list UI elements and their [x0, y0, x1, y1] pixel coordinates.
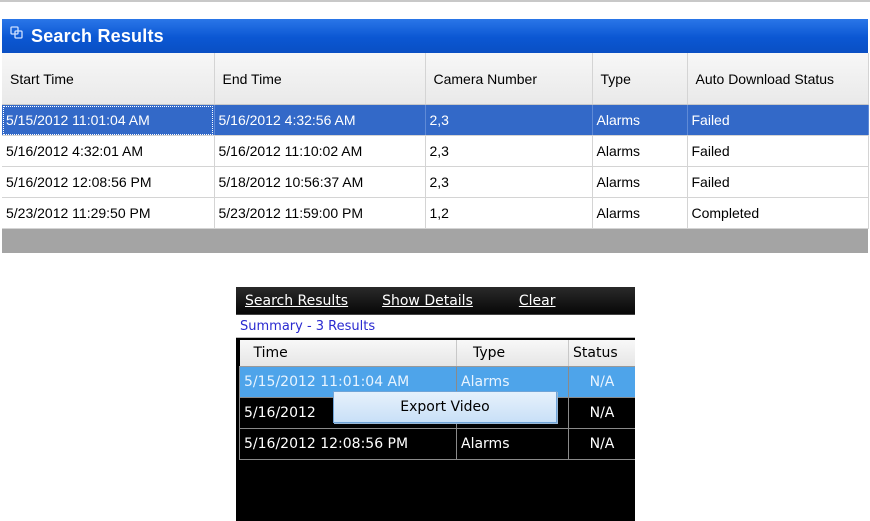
table-row[interactable]: 5/16/2012 12:08:56 PM 5/18/2012 10:56:37…	[2, 166, 869, 198]
cell-status: Completed	[687, 197, 869, 229]
cell-status: N/A	[568, 397, 635, 429]
top-divider	[0, 0, 870, 2]
cell-end-time: 5/18/2012 10:56:37 AM	[214, 166, 426, 198]
results-table: Start Time End Time Camera Number Type A…	[2, 53, 869, 229]
cell-end-time: 5/16/2012 11:10:02 AM	[214, 135, 426, 167]
mini-header-row: Time Type Status	[239, 340, 635, 367]
cell-type: Alarms	[592, 135, 688, 167]
mini-title-link[interactable]: Search Results	[245, 293, 348, 309]
table-empty-area	[2, 229, 868, 253]
cell-camera-number: 1,2	[425, 197, 593, 229]
column-header-type[interactable]: Type	[592, 53, 688, 105]
cell-camera-number: 2,3	[425, 104, 593, 136]
column-header-time[interactable]: Time	[239, 340, 457, 367]
cell-start-time: 5/16/2012 4:32:01 AM	[2, 135, 215, 167]
cell-camera-number: 2,3	[425, 166, 593, 198]
cell-status: Failed	[687, 166, 869, 198]
clear-link[interactable]: Clear	[519, 293, 556, 309]
cell-type: Alarms	[456, 428, 569, 460]
column-header-auto-download-status[interactable]: Auto Download Status	[687, 53, 869, 105]
column-header-end-time[interactable]: End Time	[214, 53, 426, 105]
list-item[interactable]: 5/16/2012 12:08:56 PM Alarms N/A	[239, 428, 635, 460]
table-row[interactable]: 5/23/2012 11:29:50 PM 5/23/2012 11:59:00…	[2, 197, 869, 229]
cell-start-time: 5/15/2012 11:01:04 AM	[2, 104, 215, 136]
cell-status: N/A	[568, 428, 635, 460]
cell-status: N/A	[568, 366, 635, 398]
cell-status: Failed	[687, 135, 869, 167]
table-row[interactable]: 5/15/2012 11:01:04 AM 5/16/2012 4:32:56 …	[2, 104, 869, 136]
search-results-panel: Search Results Start Time End Time Camer…	[0, 0, 870, 253]
export-video-menu-item[interactable]: Export Video	[333, 391, 557, 423]
panel-title: Search Results	[31, 25, 164, 46]
column-header-status[interactable]: Status	[568, 340, 635, 367]
show-details-link[interactable]: Show Details	[382, 293, 473, 309]
cell-time: 5/16/2012 12:08:56 PM	[239, 428, 457, 460]
title-bar: Search Results	[2, 19, 868, 53]
cell-type: Alarms	[592, 197, 688, 229]
cell-start-time: 5/16/2012 12:08:56 PM	[2, 166, 215, 198]
cell-status: Failed	[687, 104, 869, 136]
column-header-start-time[interactable]: Start Time	[2, 53, 215, 105]
table-row[interactable]: 5/16/2012 4:32:01 AM 5/16/2012 11:10:02 …	[2, 135, 869, 167]
cell-end-time: 5/16/2012 4:32:56 AM	[214, 104, 426, 136]
cell-camera-number: 2,3	[425, 135, 593, 167]
column-header-camera-number[interactable]: Camera Number	[425, 53, 593, 105]
column-header-type[interactable]: Type	[456, 340, 569, 367]
search-results-icon	[10, 26, 23, 39]
cell-type: Alarms	[592, 166, 688, 198]
cell-start-time: 5/23/2012 11:29:50 PM	[2, 197, 215, 229]
cell-end-time: 5/23/2012 11:59:00 PM	[214, 197, 426, 229]
cell-type: Alarms	[592, 104, 688, 136]
table-header-row: Start Time End Time Camera Number Type A…	[2, 53, 869, 105]
summary-label: Summary - 3 Results	[236, 315, 635, 338]
mini-header: Search Results Show Details Clear	[236, 287, 635, 315]
